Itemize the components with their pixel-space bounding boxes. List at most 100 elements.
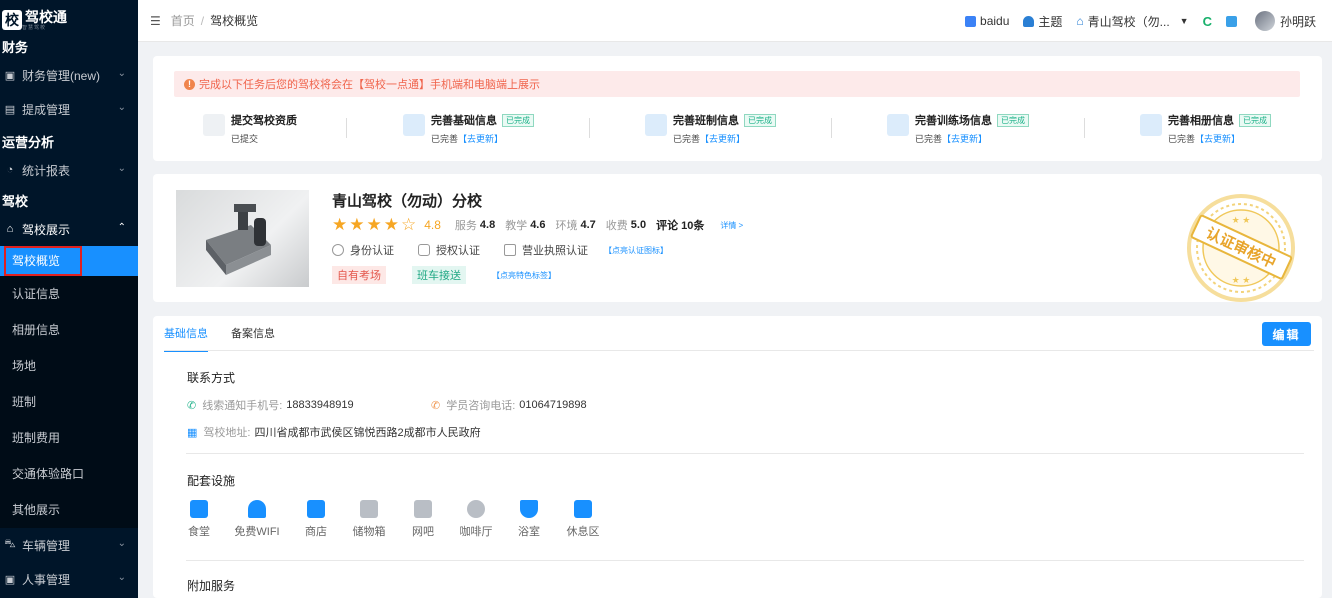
facility-lounge: 休息区 bbox=[558, 500, 608, 539]
menu-fold-icon[interactable]: ☰ bbox=[150, 14, 161, 28]
certification-row: 身份认证 授权认证 营业执照认证 【点亮认证图标】 bbox=[332, 242, 668, 258]
chevron-up-icon: ⌃ bbox=[117, 222, 126, 233]
service-score: 4.8 bbox=[479, 219, 496, 231]
shirt-icon bbox=[1023, 15, 1035, 27]
building-icon bbox=[403, 114, 425, 136]
chevron-down-icon: ⌄ bbox=[117, 572, 126, 583]
avatar bbox=[1254, 11, 1275, 31]
lead-phone-value: 18833948919 bbox=[286, 399, 354, 411]
menu-vehicle-management[interactable]: ⛍ 车辆管理 ⌄ bbox=[0, 528, 138, 562]
user-menu[interactable]: 孙明跃 bbox=[1254, 11, 1316, 31]
facility-section-title: 配套设施 bbox=[187, 474, 236, 488]
facility-cafe: 咖啡厅 bbox=[451, 500, 501, 539]
notice-text: 完成以下任务后您的驾校将会在【驾校一点通】手机端和电脑端上展示 bbox=[199, 79, 540, 91]
details-link[interactable]: 详情 > bbox=[720, 220, 743, 231]
menu-label: 驾校展示 bbox=[22, 222, 71, 237]
submenu-certification-info[interactable]: 认证信息 bbox=[0, 276, 138, 312]
menu-school-display[interactable]: ⌂ 驾校展示 ⌃ bbox=[0, 212, 138, 246]
light-feature-tags-link[interactable]: 【点亮特色标签】 bbox=[492, 270, 556, 281]
menu-label: 人事管理 bbox=[22, 572, 71, 587]
submenu-album-info[interactable]: 相册信息 bbox=[0, 312, 138, 348]
star-rating-icon: ★★★★☆ bbox=[332, 215, 419, 234]
task-status: 已提交 bbox=[231, 134, 259, 144]
monitor-icon bbox=[1225, 15, 1237, 27]
lead-phone: ✆ 线索通知手机号: 18833948919 bbox=[187, 397, 354, 413]
facility-label: 网吧 bbox=[412, 526, 434, 538]
baidu-link[interactable]: baidu bbox=[965, 14, 1009, 28]
svg-text:★ ★: ★ ★ bbox=[1232, 275, 1251, 285]
divider bbox=[186, 453, 1304, 454]
submenu-label: 班制费用 bbox=[12, 431, 61, 445]
simulator-image bbox=[206, 204, 271, 275]
phone-icon: ✆ bbox=[187, 399, 197, 412]
address-label: 驾校地址: bbox=[203, 427, 251, 439]
locker-icon bbox=[360, 500, 378, 518]
breadcrumb-separator: / bbox=[200, 13, 205, 28]
top-right-actions: baidu 主题 ⌂ 青山驾校（勿... ▼ C 孙明跃 bbox=[965, 0, 1332, 42]
fee-label: 收费 bbox=[605, 220, 628, 232]
breadcrumb-home[interactable]: 首页 bbox=[171, 12, 195, 29]
address-value: 四川省成都市武侯区锦悦西路2成都市人民政府 bbox=[254, 427, 481, 439]
update-link[interactable]: 【去更新】 bbox=[942, 134, 987, 144]
submenu-class-fee[interactable]: 班制费用 bbox=[0, 420, 138, 456]
menu-statistics[interactable]: ◔ 统计报表 ⌄ bbox=[0, 153, 138, 187]
submenu-other-display[interactable]: 其他展示 bbox=[0, 492, 138, 528]
task-name: 完善班制信息 bbox=[673, 115, 739, 127]
submenu-school-overview[interactable]: 驾校概览 bbox=[0, 246, 138, 276]
menu-commission-management[interactable]: ▤ 提成管理 ⌄ bbox=[0, 92, 138, 126]
tab-basic-info[interactable]: 基础信息 bbox=[164, 316, 208, 352]
contact-section-title: 联系方式 bbox=[187, 371, 236, 385]
comments-count: 10条 bbox=[681, 220, 705, 232]
task-card: ! 完成以下任务后您的驾校将会在【驾校一点通】手机端和电脑端上展示 提交驾校资质… bbox=[153, 56, 1322, 161]
submenu-class-type[interactable]: 班制 bbox=[0, 384, 138, 420]
seat-icon bbox=[574, 500, 592, 518]
facility-wifi: 免费WIFI bbox=[232, 500, 282, 539]
app-logo[interactable]: 校 驾校通 智慧驾校 bbox=[0, 0, 138, 40]
tab-underline bbox=[164, 350, 1314, 351]
consult-phone: ✆ 学员咨询电话: 01064719898 bbox=[431, 397, 587, 413]
submenu-label: 相册信息 bbox=[12, 323, 61, 337]
school-select[interactable]: ⌂ 青山驾校（勿... ▼ bbox=[1076, 13, 1188, 30]
update-link[interactable]: 【去更新】 bbox=[1195, 134, 1240, 144]
caret-down-icon: ▼ bbox=[1179, 16, 1189, 26]
facility-canteen: 食堂 bbox=[174, 500, 224, 539]
user-name: 孙明跃 bbox=[1279, 14, 1316, 29]
submenu-label: 其他展示 bbox=[12, 503, 61, 517]
menu-finance-management[interactable]: ▣ 财务管理(new) ⌄ bbox=[0, 58, 138, 92]
logo-text: 驾校通 bbox=[25, 8, 67, 25]
update-link[interactable]: 【去更新】 bbox=[458, 134, 503, 144]
document-icon: ▤ bbox=[4, 103, 16, 116]
update-link[interactable]: 【去更新】 bbox=[700, 134, 745, 144]
warning-icon: ! bbox=[184, 78, 195, 90]
submenu-venue[interactable]: 场地 bbox=[0, 348, 138, 384]
refresh-button[interactable]: C bbox=[1203, 14, 1212, 29]
wallet-icon: ▣ bbox=[4, 69, 16, 82]
service-label: 服务 bbox=[454, 220, 477, 232]
canteen-icon bbox=[190, 500, 208, 518]
task-name: 提交驾校资质 bbox=[231, 115, 297, 127]
theme-label: 主题 bbox=[1038, 14, 1063, 29]
group-title-operations: 运营分析 bbox=[2, 135, 55, 150]
breadcrumb-current: 驾校概览 bbox=[210, 14, 259, 28]
notice-banner: ! 完成以下任务后您的驾校将会在【驾校一点通】手机端和电脑端上展示 bbox=[174, 71, 1300, 97]
monitor-icon bbox=[414, 500, 432, 518]
tab-filing-info[interactable]: 备案信息 bbox=[231, 316, 275, 352]
task-status: 已完善 bbox=[1168, 134, 1196, 144]
feature-tag: 自有考场 bbox=[332, 266, 386, 284]
menu-label: 统计报表 bbox=[22, 163, 71, 178]
cert-label: 授权认证 bbox=[436, 245, 480, 257]
light-cert-icons-link[interactable]: 【点亮认证图标】 bbox=[604, 245, 668, 256]
edit-button[interactable]: 编辑 bbox=[1262, 322, 1311, 346]
menu-label: 提成管理 bbox=[22, 102, 71, 117]
rating-row: ★★★★☆ 4.8 服务 4.8 教学 4.6 环境 4.7 收费 5.0 评论 10条 … bbox=[332, 215, 743, 235]
theme-button[interactable]: 主题 bbox=[1023, 13, 1062, 30]
screen-button[interactable] bbox=[1225, 15, 1241, 27]
menu-hr-management[interactable]: ▣ 人事管理 ⌄ bbox=[0, 562, 138, 596]
submenu-traffic-crossing[interactable]: 交通体验路口 bbox=[0, 456, 138, 492]
chevron-down-icon: ⌄ bbox=[117, 68, 126, 79]
submenu-label: 认证信息 bbox=[12, 287, 61, 301]
facility-label: 食堂 bbox=[188, 526, 210, 538]
done-badge: 已完成 bbox=[502, 113, 534, 127]
school-photo[interactable] bbox=[176, 190, 309, 287]
facility-store: 商店 bbox=[291, 500, 341, 539]
